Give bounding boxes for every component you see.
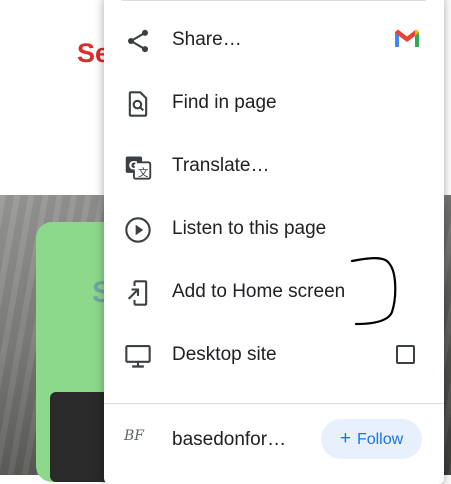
menu-item-translate-label: Translate…	[172, 155, 270, 176]
overflow-menu: Share… Find in page G 文 Translate… Liste…	[104, 0, 444, 484]
menu-item-translate[interactable]: G 文 Translate…	[104, 137, 444, 197]
publisher-logo: BF	[124, 428, 145, 444]
desktop-icon	[125, 345, 151, 368]
menu-item-desktop-site-label: Desktop site	[172, 344, 277, 365]
menu-item-share-label: Share…	[172, 29, 242, 50]
svg-text:文: 文	[138, 166, 149, 179]
follow-button-label: Follow	[356, 431, 404, 448]
share-icon	[127, 29, 149, 53]
find-in-page-icon	[128, 91, 148, 117]
add-to-home-icon	[127, 280, 148, 306]
desktop-site-checkbox[interactable]	[396, 345, 415, 364]
menu-top-divider	[122, 0, 426, 1]
menu-item-listen-label: Listen to this page	[172, 218, 327, 239]
translate-icon: G 文	[125, 156, 152, 180]
follow-button[interactable]: + Follow	[321, 419, 422, 459]
listen-icon	[125, 217, 151, 243]
menu-item-add-to-home-label: Add to Home screen	[172, 281, 346, 302]
menu-item-desktop-site[interactable]: Desktop site	[104, 326, 444, 386]
plus-icon: +	[339, 428, 351, 449]
menu-bottom-divider	[104, 403, 444, 404]
menu-item-find-in-page-label: Find in page	[172, 92, 277, 113]
menu-item-share[interactable]: Share…	[104, 11, 444, 71]
gmail-icon[interactable]	[394, 28, 420, 48]
menu-item-find-in-page[interactable]: Find in page	[104, 74, 444, 134]
menu-item-listen[interactable]: Listen to this page	[104, 200, 444, 260]
svg-text:G: G	[129, 158, 139, 172]
annotation-bracket	[350, 257, 397, 326]
publisher-name[interactable]: basedonfor…	[172, 429, 286, 451]
